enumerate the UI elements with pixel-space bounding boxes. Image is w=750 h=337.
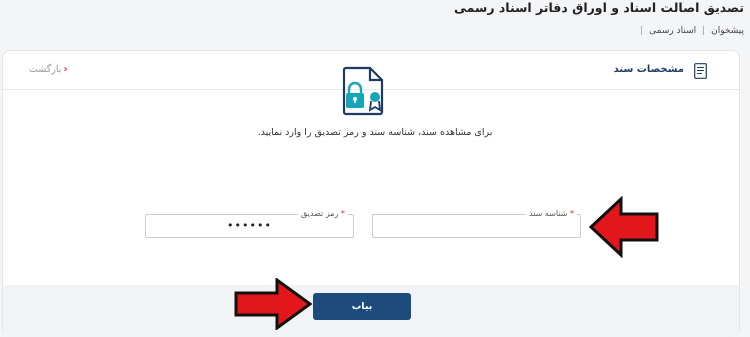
card-title: مشخصات سند [613, 64, 684, 75]
breadcrumb-separator: | [640, 26, 644, 36]
red-arrow-right [234, 278, 313, 330]
required-mark: * [340, 209, 345, 218]
instruction-text: برای مشاهده سند، شناسه سند و رمز تصدیق ر… [257, 127, 493, 138]
page-title: تصدیق اصالت اسناد و اوراق دفاتر اسناد رس… [454, 0, 744, 15]
back-button[interactable]: ‹ بازگشت [29, 64, 68, 75]
breadcrumb-item-home[interactable]: پیشخوان [711, 26, 744, 36]
breadcrumb-item-official-docs[interactable]: اسناد رسمی [649, 26, 696, 36]
verification-code-label: * رمز تصدیق [298, 209, 348, 218]
required-mark: * [569, 209, 574, 218]
document-icon [694, 63, 707, 79]
red-arrow-left [588, 196, 659, 258]
find-button[interactable]: بیاب [313, 293, 411, 320]
breadcrumb: پیشخوان | اسناد رسمی | [640, 26, 744, 36]
chevron-right-icon: ‹ [63, 64, 68, 75]
document-id-label: * شناسه سند [526, 209, 577, 218]
breadcrumb-separator: | [702, 26, 706, 36]
back-label: بازگشت [29, 64, 62, 75]
lock-certificate-icon [342, 66, 384, 116]
